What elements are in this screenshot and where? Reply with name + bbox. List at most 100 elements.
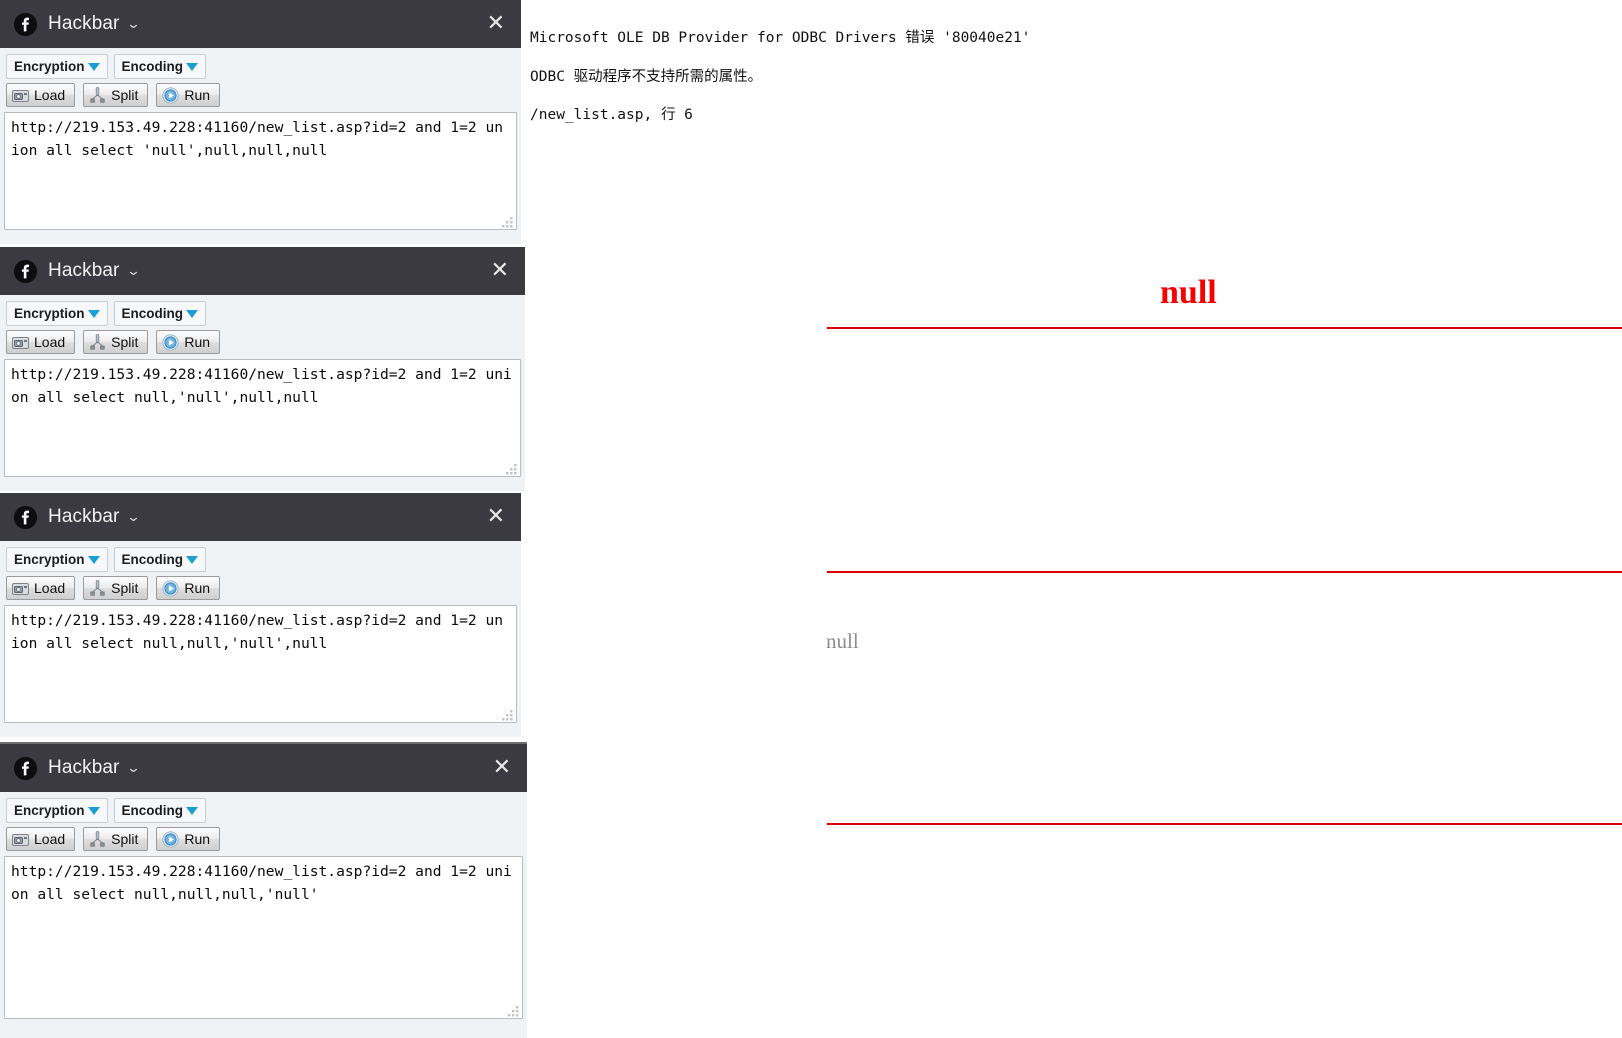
hackbar-logo-icon <box>14 505 37 529</box>
hackbar-url-area <box>0 856 527 1023</box>
hackbar-logo-icon <box>14 12 37 36</box>
run-play-icon <box>162 830 179 848</box>
load-label: Load <box>34 334 66 350</box>
load-icon <box>12 87 29 104</box>
run-button[interactable]: Run <box>156 576 221 600</box>
run-play-icon <box>162 579 179 597</box>
hackbar-title: Hackbar <box>48 13 120 34</box>
hackbar-titlebar: Hackbar ⌄ ✕ <box>0 247 525 295</box>
split-label: Split <box>111 87 139 103</box>
error-detail: ODBC 驱动程序不支持所需的属性。 <box>530 69 763 85</box>
encryption-label: Encryption <box>14 306 85 321</box>
hackbar-url-area <box>0 112 521 234</box>
null-heading: null <box>1160 274 1217 311</box>
split-button[interactable]: Split <box>83 83 149 107</box>
load-button[interactable]: Load <box>6 576 76 600</box>
hackbar-title: Hackbar <box>48 506 120 527</box>
load-label: Load <box>34 580 66 596</box>
encoding-dropdown[interactable]: Encoding <box>113 798 207 823</box>
triangle-down-icon <box>87 806 100 815</box>
close-icon[interactable]: ✕ <box>487 506 505 528</box>
run-play-icon <box>162 333 179 351</box>
url-input[interactable] <box>4 605 517 723</box>
hackbar-panel-4: Hackbar ⌄ ✕ Encryption Encoding Load Spl… <box>0 744 527 1038</box>
split-label: Split <box>111 580 139 596</box>
run-button[interactable]: Run <box>156 83 221 107</box>
hackbar-toolbar: Encryption Encoding Load Split Run <box>0 48 521 112</box>
hackbar-panel-3: Hackbar ⌄ ✕ Encryption Encoding Load Spl… <box>0 493 521 737</box>
load-label: Load <box>34 87 66 103</box>
run-label: Run <box>184 831 211 847</box>
load-button[interactable]: Load <box>6 330 76 354</box>
error-location: /new_list.asp, 行 6 <box>530 107 693 123</box>
split-label: Split <box>111 334 139 350</box>
run-button[interactable]: Run <box>156 330 221 354</box>
close-icon[interactable]: ✕ <box>487 13 505 35</box>
divider-red-2 <box>827 571 1622 573</box>
triangle-down-icon <box>186 555 199 564</box>
load-icon <box>12 334 29 351</box>
divider-red-1 <box>827 327 1622 329</box>
encoding-dropdown[interactable]: Encoding <box>113 54 207 79</box>
encoding-dropdown[interactable]: Encoding <box>113 301 207 326</box>
url-input[interactable] <box>4 359 521 477</box>
chevron-down-icon[interactable]: ⌄ <box>127 510 142 523</box>
encryption-label: Encryption <box>14 59 85 74</box>
encoding-label: Encoding <box>121 306 184 321</box>
hackbar-panel-1: Hackbar ⌄ ✕ Encryption Encoding Load Spl… <box>0 0 521 244</box>
triangle-down-icon <box>186 62 199 71</box>
encoding-label: Encoding <box>121 803 184 818</box>
hackbar-titlebar: Hackbar ⌄ ✕ <box>0 493 521 541</box>
encoding-label: Encoding <box>121 552 184 567</box>
chevron-down-icon[interactable]: ⌄ <box>127 264 142 277</box>
split-icon <box>89 334 106 351</box>
triangle-down-icon <box>87 62 100 71</box>
split-icon <box>89 87 106 104</box>
screen: Hackbar ⌄ ✕ Encryption Encoding Load Spl… <box>0 0 1622 1038</box>
split-label: Split <box>111 831 139 847</box>
hackbar-titlebar: Hackbar ⌄ ✕ <box>0 744 527 792</box>
split-button[interactable]: Split <box>83 576 149 600</box>
triangle-down-icon <box>186 309 199 318</box>
chevron-down-icon[interactable]: ⌄ <box>127 761 142 774</box>
close-icon[interactable]: ✕ <box>491 260 509 282</box>
hackbar-toolbar: Encryption Encoding Load Split Run <box>0 792 527 856</box>
encryption-label: Encryption <box>14 552 85 567</box>
load-button[interactable]: Load <box>6 83 76 107</box>
close-icon[interactable]: ✕ <box>493 757 511 779</box>
encryption-label: Encryption <box>14 803 85 818</box>
split-button[interactable]: Split <box>83 827 149 851</box>
triangle-down-icon <box>87 309 100 318</box>
hackbar-url-area <box>0 359 525 481</box>
run-button[interactable]: Run <box>156 827 221 851</box>
hackbar-toolbar: Encryption Encoding Load Split Run <box>0 295 525 359</box>
encoding-label: Encoding <box>121 59 184 74</box>
encryption-dropdown[interactable]: Encryption <box>6 54 108 79</box>
error-title: Microsoft OLE DB Provider for ODBC Drive… <box>530 30 1031 46</box>
encryption-dropdown[interactable]: Encryption <box>6 547 108 572</box>
load-label: Load <box>34 831 66 847</box>
chevron-down-icon[interactable]: ⌄ <box>127 17 142 30</box>
hackbar-logo-icon <box>14 756 37 780</box>
run-label: Run <box>184 580 211 596</box>
run-label: Run <box>184 87 211 103</box>
hackbar-toolbar: Encryption Encoding Load Split Run <box>0 541 521 605</box>
encryption-dropdown[interactable]: Encryption <box>6 301 108 326</box>
run-play-icon <box>162 86 179 104</box>
url-input[interactable] <box>4 112 517 230</box>
url-input[interactable] <box>4 856 523 1019</box>
encoding-dropdown[interactable]: Encoding <box>113 547 207 572</box>
load-icon <box>12 831 29 848</box>
browser-page-content: Microsoft OLE DB Provider for ODBC Drive… <box>527 0 1622 1038</box>
encryption-dropdown[interactable]: Encryption <box>6 798 108 823</box>
hackbar-title: Hackbar <box>48 757 120 778</box>
triangle-down-icon <box>186 806 199 815</box>
triangle-down-icon <box>87 555 100 564</box>
load-icon <box>12 580 29 597</box>
split-button[interactable]: Split <box>83 330 149 354</box>
load-button[interactable]: Load <box>6 827 76 851</box>
split-icon <box>89 580 106 597</box>
run-label: Run <box>184 334 211 350</box>
null-body-text: null <box>826 629 859 653</box>
hackbar-logo-icon <box>14 259 37 283</box>
